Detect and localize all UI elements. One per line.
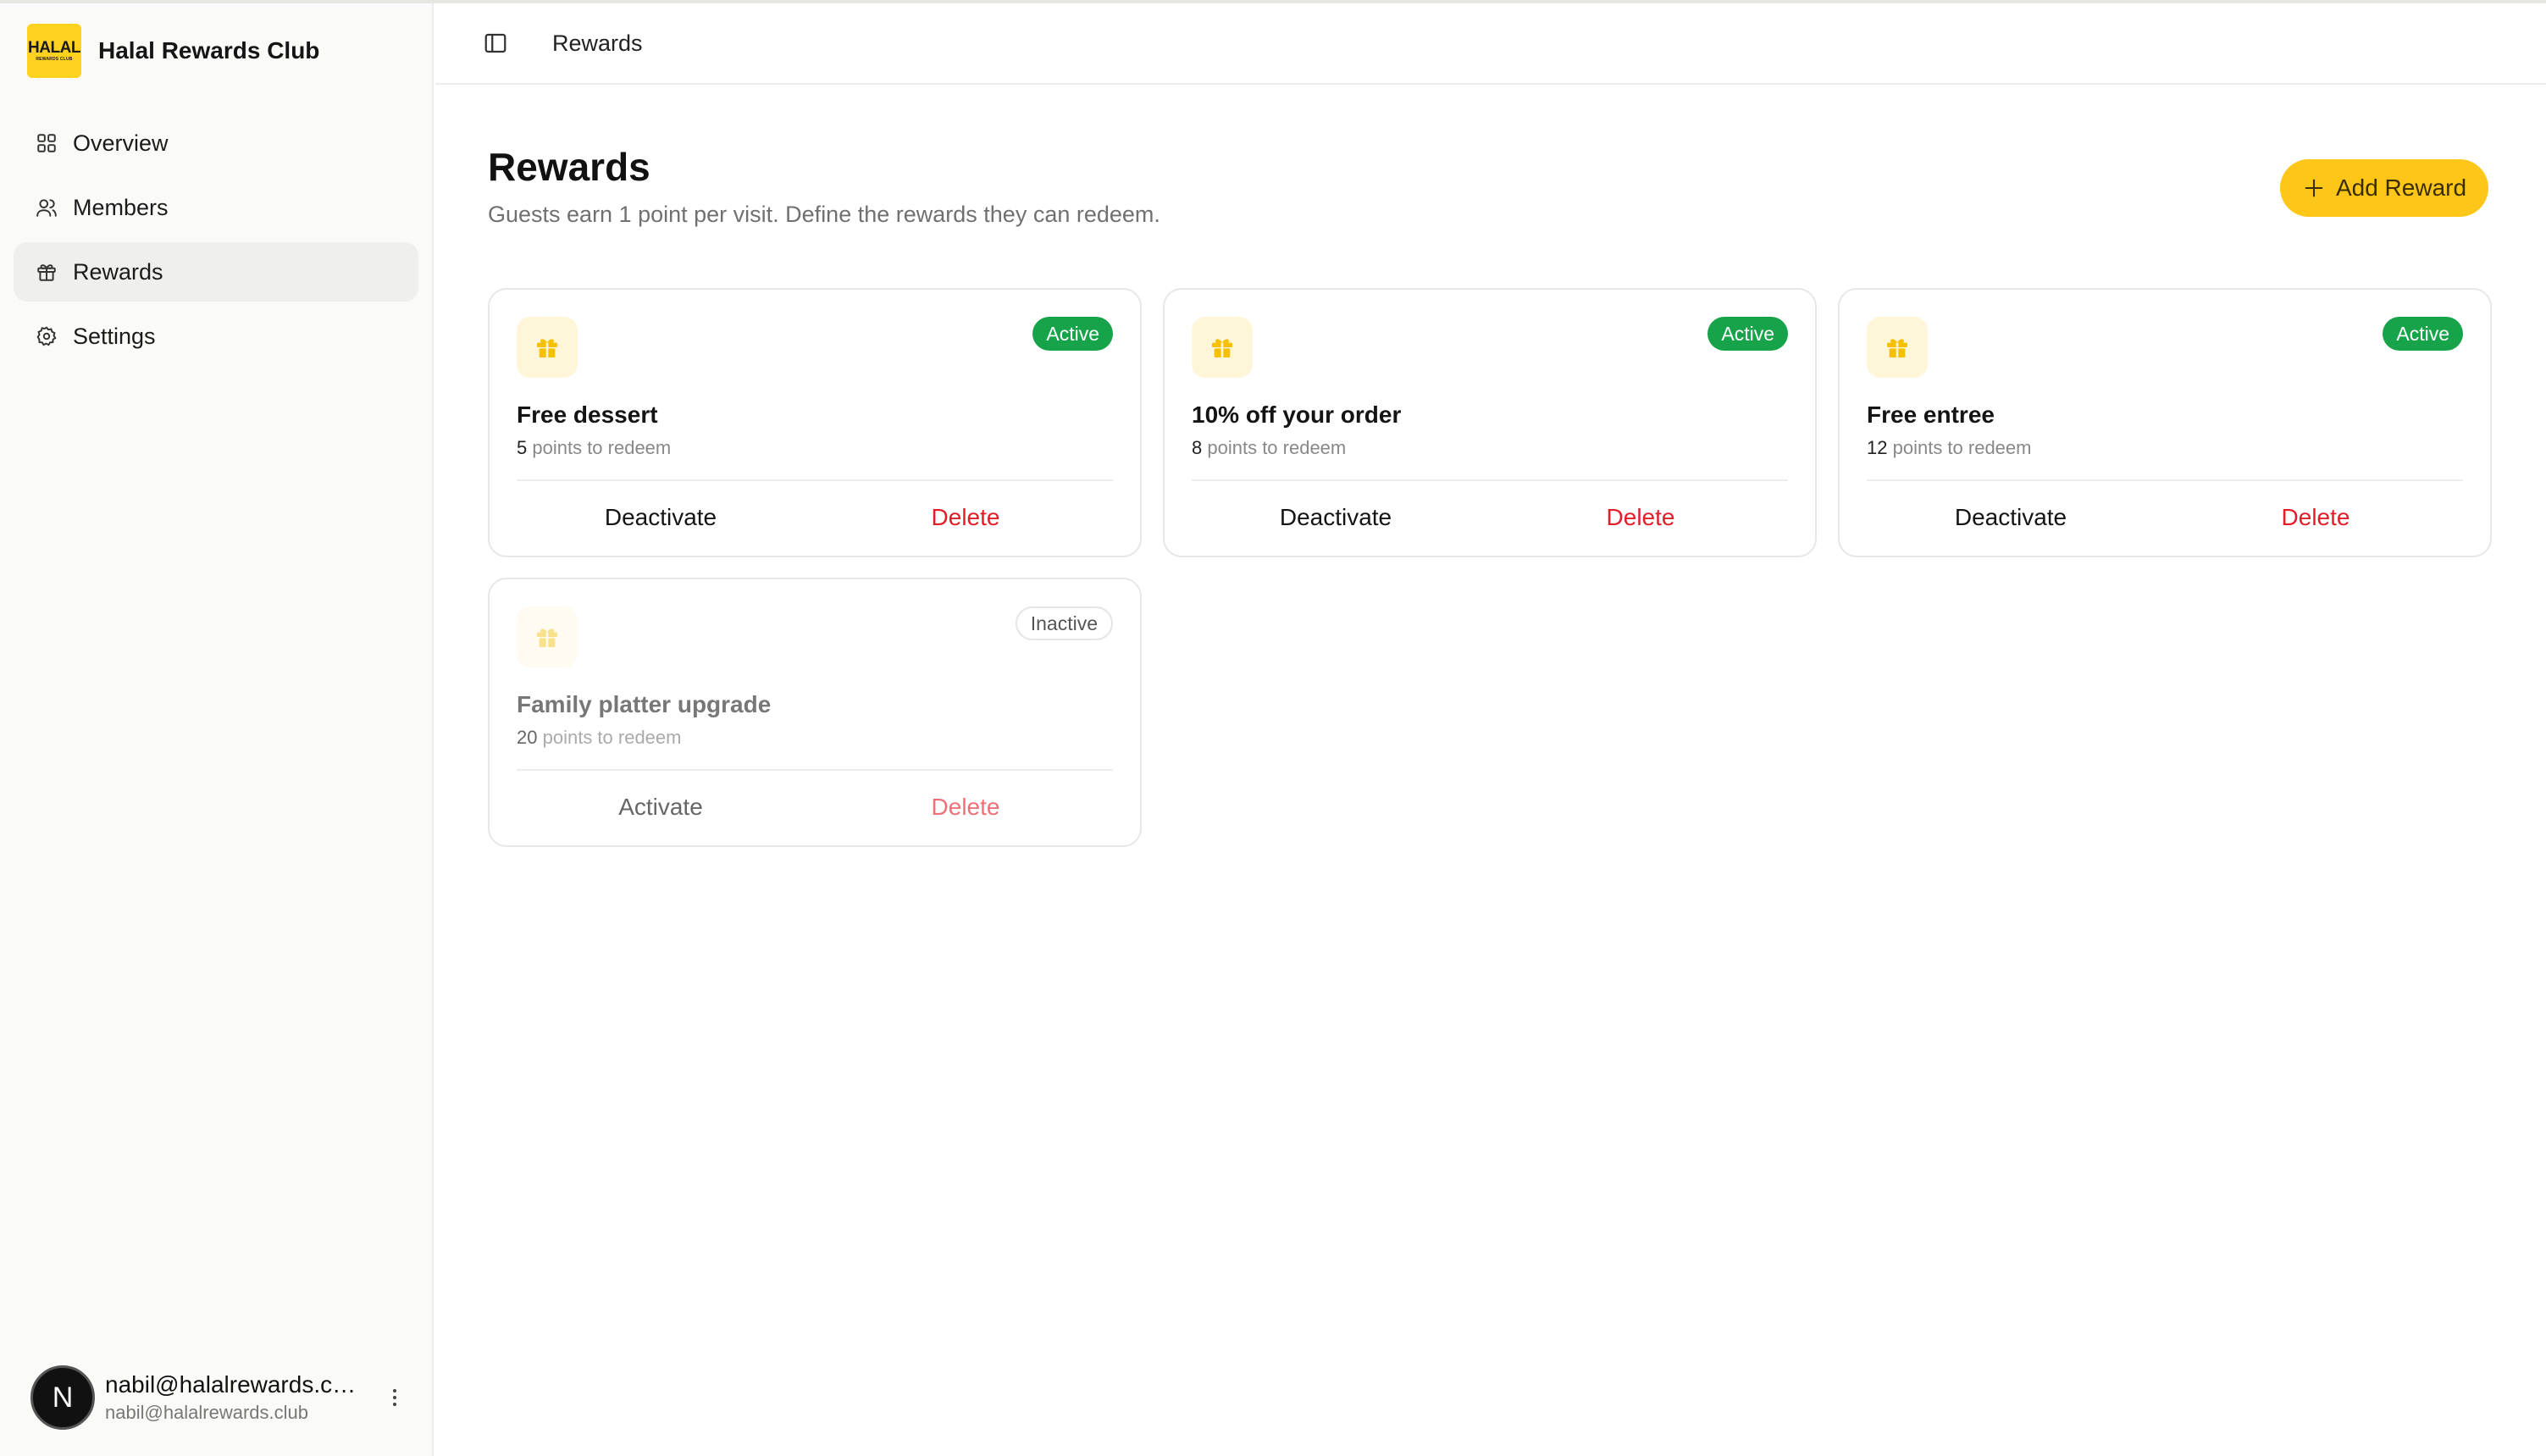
delete-button[interactable]: Delete	[822, 778, 1110, 837]
reward-name: Free dessert	[517, 401, 658, 428]
divider	[517, 479, 1113, 481]
brand[interactable]: HALAL REWARDS CLUB Halal Rewards Club	[27, 24, 319, 78]
deactivate-button[interactable]: Deactivate	[517, 488, 805, 547]
sidebar-item-rewards[interactable]: Rewards	[14, 242, 418, 302]
app-window: HALAL REWARDS CLUB Halal Rewards Club Ov…	[0, 0, 2546, 1456]
status-badge: Active	[1032, 317, 1113, 351]
sidebar-nav: Overview Members Rewards Settings	[14, 113, 418, 371]
reward-name: Free entree	[1867, 401, 1995, 428]
reward-points: 20 points to redeem	[517, 727, 682, 748]
reward-points: 12 points to redeem	[1867, 437, 2032, 458]
deactivate-button[interactable]: Deactivate	[1192, 488, 1480, 547]
user-email: nabil@halalrewards.club	[105, 1402, 309, 1423]
reward-points: 5 points to redeem	[517, 437, 672, 458]
page-title: Rewards	[488, 145, 650, 189]
delete-button[interactable]: Delete	[822, 488, 1110, 547]
user-name: nabil@halalrewards.club	[105, 1371, 359, 1398]
sidebar-item-overview[interactable]: Overview	[14, 113, 418, 173]
sidebar-toggle-icon[interactable]	[483, 30, 508, 56]
gear-icon	[36, 326, 57, 346]
reward-card: Active Free dessert 5 points to redeem D…	[488, 288, 1142, 557]
sidebar-item-members[interactable]: Members	[14, 178, 418, 237]
avatar: N	[30, 1365, 95, 1430]
gift-icon	[1867, 317, 1928, 378]
brand-logo: HALAL REWARDS CLUB	[27, 24, 81, 78]
more-vertical-icon[interactable]	[386, 1384, 403, 1411]
gift-icon	[37, 264, 56, 281]
activate-button[interactable]: Activate	[517, 778, 805, 837]
sidebar: HALAL REWARDS CLUB Halal Rewards Club Ov…	[0, 3, 434, 1456]
page-subtitle: Guests earn 1 point per visit. Define th…	[488, 202, 1160, 227]
plus-icon	[2305, 179, 2323, 197]
divider	[1867, 479, 2463, 481]
status-badge: Active	[1707, 317, 1788, 351]
divider	[1192, 479, 1788, 481]
reward-name: 10% off your order	[1192, 401, 1402, 428]
sidebar-item-settings[interactable]: Settings	[14, 307, 418, 366]
reward-name: Family platter upgrade	[517, 691, 772, 717]
brand-name: Halal Rewards Club	[98, 37, 320, 64]
delete-button[interactable]: Delete	[2172, 488, 2460, 547]
reward-card: Active 10% off your order 8 points to re…	[1163, 288, 1817, 557]
reward-card: Active Free entree 12 points to redeem D…	[1838, 288, 2492, 557]
grid-icon	[37, 134, 56, 152]
sidebar-item-label: Overview	[73, 130, 169, 156]
reward-card: Inactive Family platter upgrade 20 point…	[488, 578, 1142, 847]
users-icon	[36, 199, 57, 217]
sidebar-item-label: Rewards	[73, 258, 163, 285]
gift-icon	[517, 606, 578, 667]
reward-points: 8 points to redeem	[1192, 437, 1347, 458]
top-bar: Rewards	[435, 3, 2546, 85]
gift-icon	[517, 317, 578, 378]
add-reward-button[interactable]: Add Reward	[2280, 159, 2488, 217]
deactivate-button[interactable]: Deactivate	[1867, 488, 2155, 547]
divider	[517, 769, 1113, 771]
gift-icon	[1192, 317, 1253, 378]
user-menu[interactable]: N nabil@halalrewards.club nabil@halalrew…	[30, 1365, 403, 1430]
delete-button[interactable]: Delete	[1497, 488, 1785, 547]
status-badge: Active	[2383, 317, 2463, 351]
sidebar-item-label: Settings	[73, 323, 156, 349]
sidebar-item-label: Members	[73, 194, 169, 220]
breadcrumb: Rewards	[552, 30, 643, 56]
status-badge: Inactive	[1015, 606, 1113, 640]
